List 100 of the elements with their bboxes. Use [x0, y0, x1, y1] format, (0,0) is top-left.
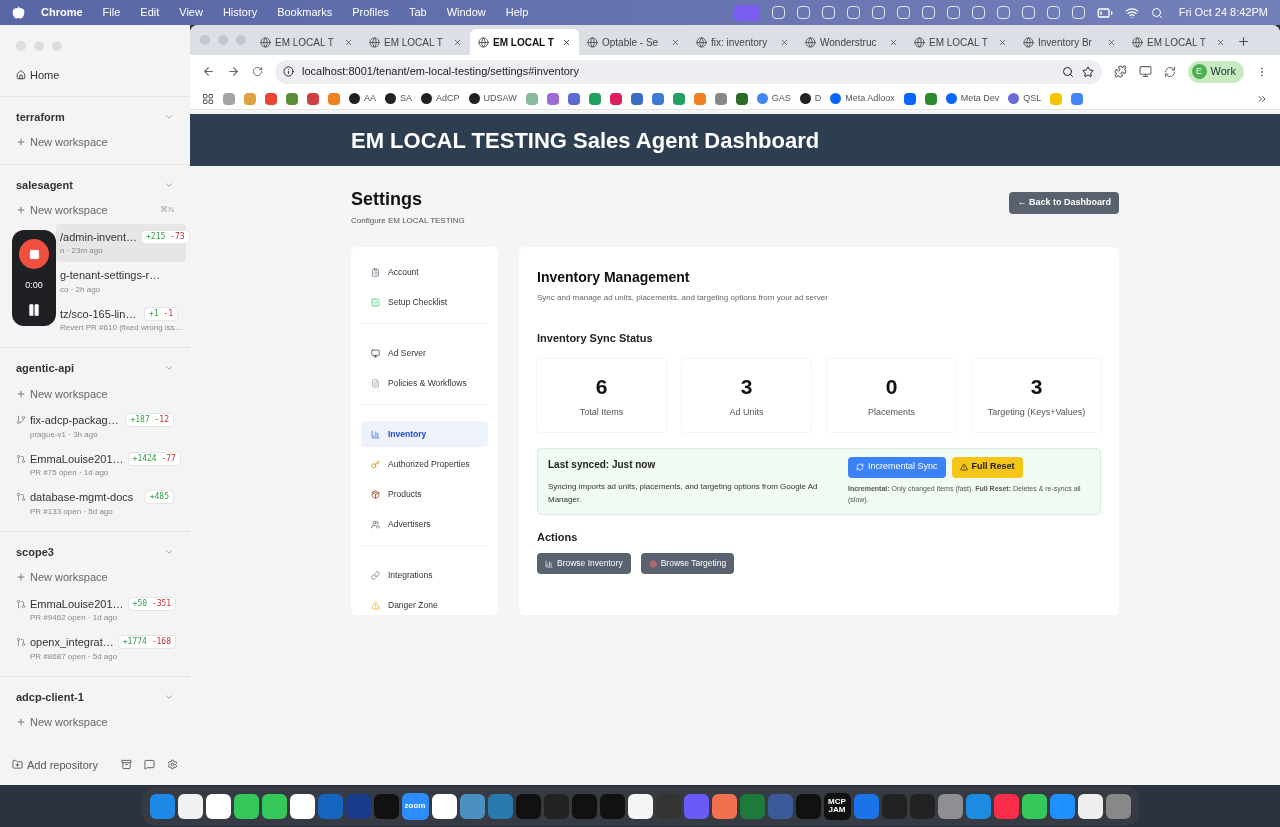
status-icon[interactable] — [921, 6, 935, 19]
dock-app-icon[interactable] — [627, 793, 653, 819]
action-button[interactable]: Browse Inventory — [537, 553, 631, 574]
bookmark-item[interactable]: AdCP — [421, 91, 460, 106]
bookmark-icon[interactable] — [672, 92, 685, 105]
repo-header[interactable]: scope3 — [0, 539, 190, 564]
bookmark-icon[interactable] — [609, 92, 622, 105]
settings-nav-item[interactable]: Integrations — [361, 562, 488, 588]
close-icon[interactable] — [998, 37, 1007, 47]
bookmark-item[interactable]: D — [799, 91, 822, 106]
status-icon[interactable] — [1071, 6, 1085, 19]
settings-nav-item[interactable]: Inventory — [361, 421, 488, 447]
zoom-icon[interactable] — [1061, 65, 1074, 78]
settings-nav-item[interactable]: Ad Server — [361, 340, 488, 366]
dock-app-icon[interactable] — [1077, 793, 1103, 819]
bookmark-icon[interactable] — [588, 92, 601, 105]
status-icon[interactable] — [821, 6, 835, 19]
dock-app-icon[interactable] — [233, 793, 259, 819]
bookmark-icon[interactable] — [735, 92, 748, 105]
bookmark-icon[interactable] — [693, 92, 706, 105]
menu-item[interactable]: Tab — [408, 4, 427, 21]
new-workspace-item[interactable]: New workspace — [0, 564, 190, 591]
status-icon[interactable] — [1021, 6, 1035, 19]
close-icon[interactable] — [344, 37, 353, 47]
bookmark-item[interactable]: Meta Dev — [945, 91, 1000, 106]
bookmark-item[interactable]: AA — [349, 91, 376, 106]
apps-icon[interactable] — [202, 92, 214, 105]
menu-item[interactable]: Edit — [140, 4, 160, 21]
bookmark-star-icon[interactable] — [1081, 65, 1094, 78]
close-icon[interactable] — [780, 37, 789, 47]
bookmark-item[interactable]: GAS — [756, 91, 791, 106]
status-icon[interactable] — [846, 6, 860, 19]
bookmark-icon[interactable] — [567, 92, 580, 105]
dock-app-icon[interactable] — [261, 793, 287, 819]
reload-icon[interactable] — [252, 66, 263, 77]
settings-nav-item[interactable]: Advertisers — [361, 511, 488, 537]
settings-nav-item[interactable]: Setup Checklist — [361, 289, 488, 315]
repo-header[interactable]: adcp-client-1 — [0, 684, 190, 709]
settings-nav-item[interactable]: Danger Zone — [361, 592, 488, 618]
info-icon[interactable] — [283, 66, 294, 77]
status-icon[interactable] — [796, 6, 810, 19]
status-icon[interactable] — [896, 6, 910, 19]
settings-nav-item[interactable]: Policies & Workflows — [361, 370, 488, 396]
bookmark-icon[interactable] — [328, 92, 340, 105]
status-icon[interactable] — [871, 6, 885, 19]
repo-header[interactable]: terraform — [0, 104, 190, 129]
menu-item[interactable]: History — [222, 4, 258, 21]
extensions-icon[interactable] — [1113, 65, 1127, 78]
action-button[interactable]: Browse Targeting — [640, 553, 735, 574]
bookmark-item[interactable]: SA — [385, 91, 413, 106]
new-workspace-item[interactable]: New workspace — [0, 380, 190, 407]
dock-app-icon[interactable] — [205, 793, 231, 819]
bookmark-icon[interactable] — [286, 92, 298, 105]
home-item[interactable]: Home — [0, 63, 190, 88]
settings-nav-item[interactable]: Authorized Properties — [361, 451, 488, 477]
status-icon[interactable] — [996, 6, 1010, 19]
browser-tab[interactable]: EM LOCAL T — [470, 29, 579, 55]
menu-item[interactable]: Profiles — [352, 4, 389, 21]
status-icon[interactable] — [1046, 6, 1060, 19]
workspace-item[interactable]: fix-adcp-packag… +187 -12 prague-v1 · 3h ago — [4, 407, 186, 446]
workspace-item[interactable]: EmmaLouise201… +1424 -77 PR #75 open · 1d ago — [4, 445, 186, 484]
dock-app-icon[interactable] — [1021, 793, 1047, 819]
search-icon[interactable] — [1150, 6, 1163, 19]
incremental-sync-button[interactable]: Incremental Sync — [848, 456, 946, 478]
cast-icon[interactable] — [1138, 65, 1152, 78]
new-workspace-item[interactable]: New workspace ⌘N — [0, 197, 190, 224]
apple-icon[interactable] — [12, 6, 25, 19]
wifi-icon[interactable] — [1124, 5, 1139, 20]
archive-icon[interactable] — [121, 759, 132, 771]
workspace-item[interactable]: tz/sco-165-lin… +1 -1 Revert PR #610 (fixed wrong iss… — [56, 300, 186, 339]
status-icon[interactable] — [771, 6, 785, 19]
repo-header[interactable]: salesagent — [0, 172, 190, 197]
forward-icon[interactable] — [227, 65, 240, 78]
settings-nav-item[interactable]: Products — [361, 481, 488, 507]
dock-app-icon[interactable]: MCP JAM — [823, 792, 851, 820]
new-workspace-item[interactable]: New workspace — [0, 709, 190, 736]
bookmark-icon[interactable] — [903, 92, 916, 105]
stop-button[interactable] — [19, 239, 49, 270]
chat-icon[interactable] — [144, 759, 155, 771]
close-icon[interactable] — [1107, 37, 1116, 47]
close-icon[interactable] — [453, 37, 462, 47]
close-icon[interactable] — [562, 37, 571, 47]
new-tab-icon[interactable] — [1237, 35, 1250, 48]
bookmark-icon[interactable] — [1071, 92, 1084, 105]
bookmark-icon[interactable] — [265, 92, 277, 105]
dock-app-icon[interactable] — [289, 793, 315, 819]
dock-app-icon[interactable] — [177, 793, 203, 819]
workspace-item[interactable]: database-mgmt-docs +485 PR #133 open · 5d ago — [4, 484, 186, 523]
sync-icon[interactable] — [1163, 65, 1176, 78]
bookmark-item[interactable]: UDSAW — [468, 91, 517, 106]
bookmark-item[interactable]: QSL — [1008, 91, 1042, 106]
workspace-item[interactable]: EmmaLouise201… +50 -351 PR #9462 open · 1d ago — [4, 590, 186, 629]
close-icon[interactable] — [671, 37, 680, 47]
workspace-item[interactable]: openx_integrat… +1774 -168 PR #8687 open · 5d ago — [4, 629, 186, 668]
workspace-item[interactable]: g-tenant-settings-r… co · 2h ago — [56, 262, 186, 301]
bookmark-icon[interactable] — [714, 92, 727, 105]
full-reset-button[interactable]: Full Reset — [951, 456, 1023, 478]
address-bar[interactable]: localhost:8001/tenant/em-local-testing/settings#inventory — [275, 59, 1102, 84]
menu-item[interactable]: File — [102, 4, 121, 21]
menu-clock[interactable]: Fri Oct 24 8:42PM — [1178, 4, 1268, 21]
